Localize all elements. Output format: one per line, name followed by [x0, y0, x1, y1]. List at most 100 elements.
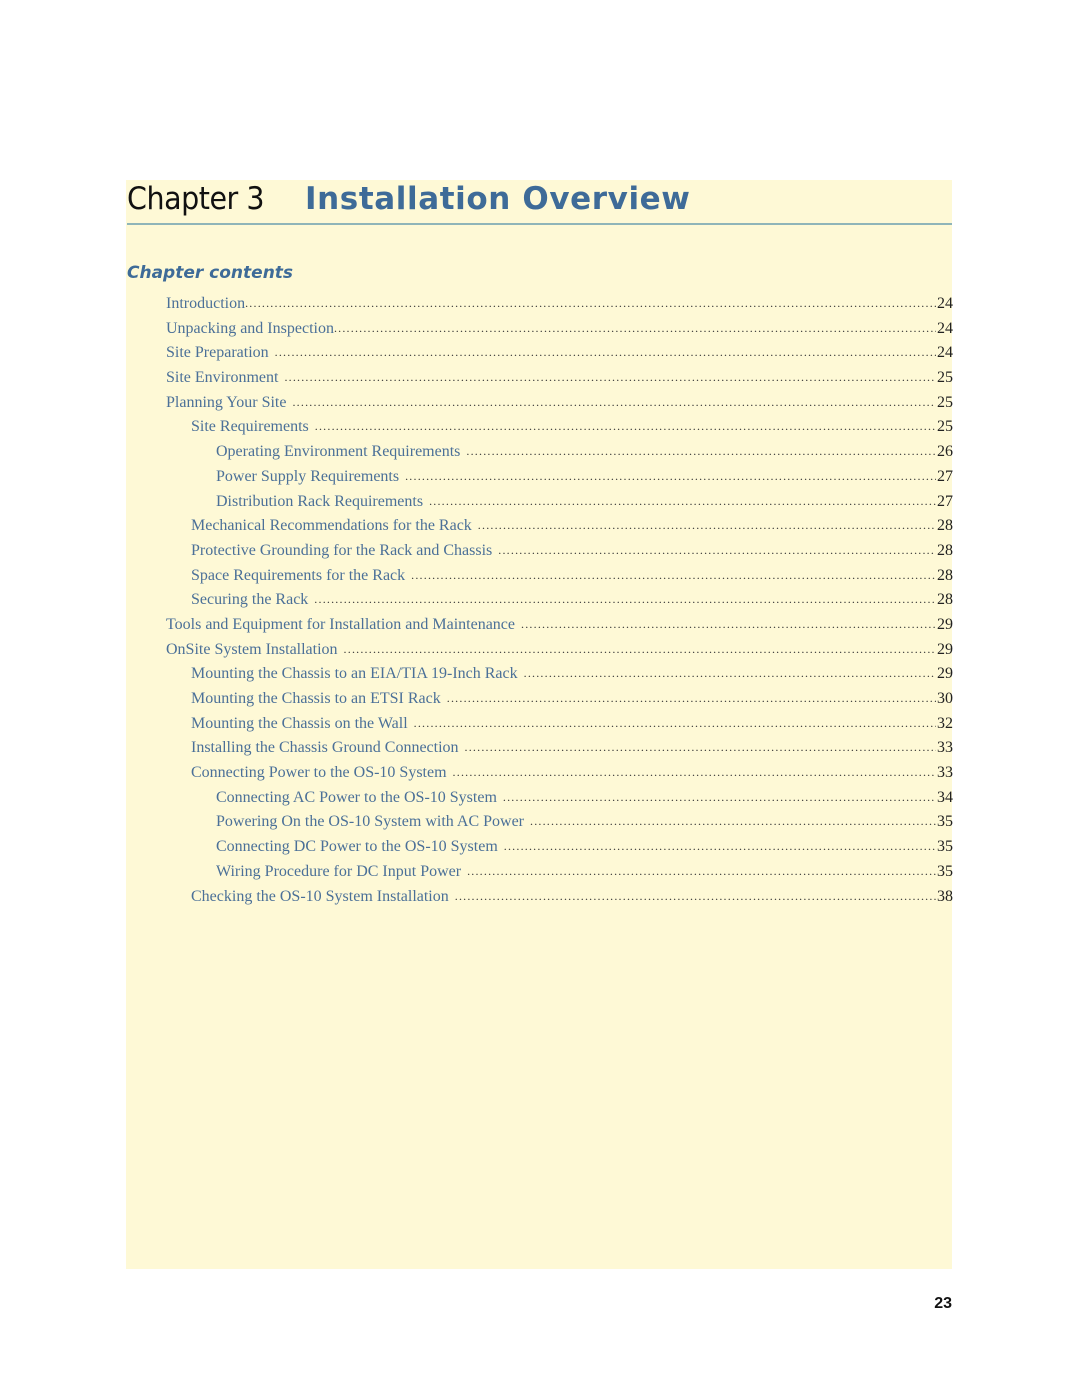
toc-entry-title[interactable]: Mounting the Chassis to an ETSI Rack [191, 687, 441, 712]
toc-entry[interactable]: OnSite System Installation 29 [166, 638, 953, 663]
toc-entry-title[interactable]: Protective Grounding for the Rack and Ch… [191, 539, 492, 564]
toc-entry-page[interactable]: 29 [936, 638, 953, 663]
toc-entry-title[interactable]: Power Supply Requirements [216, 465, 399, 490]
toc-entry-title[interactable]: Site Requirements [191, 415, 309, 440]
toc-entry[interactable]: Mechanical Recommendations for the Rack 2… [166, 514, 953, 539]
toc-entry-title[interactable]: Site Environment [166, 366, 278, 391]
toc-entry-page[interactable]: 25 [936, 366, 953, 391]
toc-entry[interactable]: Unpacking and Inspection 24 [166, 317, 953, 342]
toc-entry-page[interactable]: 33 [936, 761, 953, 786]
toc-entry-page[interactable]: 28 [936, 564, 953, 589]
toc-entry-page[interactable]: 29 [936, 613, 953, 638]
toc-entry-title[interactable]: Site Preparation [166, 341, 269, 366]
toc-dot-leader [498, 538, 936, 563]
toc-entry-title[interactable]: Distribution Rack Requirements [216, 490, 423, 515]
toc-entry[interactable]: Site Preparation 24 [166, 341, 953, 366]
toc-dot-leader [447, 686, 936, 711]
toc-entry-title[interactable]: Planning Your Site [166, 391, 286, 416]
heading-rule [127, 223, 952, 225]
toc-entry[interactable]: Planning Your Site 25 [166, 391, 953, 416]
toc-entry-page[interactable]: 38 [936, 885, 953, 910]
toc-entry-page[interactable]: 25 [936, 415, 953, 440]
chapter-label: Chapter 3 [127, 181, 265, 217]
toc-dot-leader [344, 637, 936, 662]
toc-entry[interactable]: Mounting the Chassis to an EIA/TIA 19-In… [166, 662, 953, 687]
toc-dot-leader [530, 809, 936, 834]
toc-dot-leader [465, 735, 936, 760]
toc-dot-leader [284, 365, 936, 390]
toc-entry-title[interactable]: Introduction [166, 292, 245, 317]
toc-entry-page[interactable]: 26 [936, 440, 953, 465]
toc-dot-leader [315, 414, 936, 439]
toc-entry-title[interactable]: Connecting DC Power to the OS-10 System [216, 835, 498, 860]
toc-dot-leader [467, 859, 936, 884]
toc-entry-title[interactable]: Tools and Equipment for Installation and… [166, 613, 515, 638]
toc-entry-page[interactable]: 32 [936, 712, 953, 737]
toc-entry-page[interactable]: 35 [936, 835, 953, 860]
toc-entry-page[interactable]: 33 [936, 736, 953, 761]
toc-dot-leader [405, 464, 936, 489]
toc-entry-title[interactable]: Mounting the Chassis to an EIA/TIA 19-In… [191, 662, 518, 687]
toc-entry[interactable]: Operating Environment Requirements 26 [166, 440, 953, 465]
toc-entry[interactable]: Mounting the Chassis to an ETSI Rack 30 [166, 687, 953, 712]
toc-dot-leader [334, 316, 936, 341]
toc-entry[interactable]: Powering On the OS-10 System with AC Pow… [166, 810, 953, 835]
toc-entry-title[interactable]: Mechanical Recommendations for the Rack [191, 514, 472, 539]
toc-dot-leader [466, 439, 936, 464]
toc-entry-title[interactable]: Connecting Power to the OS-10 System [191, 761, 447, 786]
toc-entry-page[interactable]: 35 [936, 860, 953, 885]
toc-dot-leader [411, 563, 936, 588]
toc-entry[interactable]: Securing the Rack 28 [166, 588, 953, 613]
toc-entry-page[interactable]: 24 [936, 341, 953, 366]
toc-entry[interactable]: Tools and Equipment for Installation and… [166, 613, 953, 638]
toc-entry-title[interactable]: Operating Environment Requirements [216, 440, 460, 465]
toc-entry[interactable]: Mounting the Chassis on the Wall 32 [166, 712, 953, 737]
toc-dot-leader [275, 340, 936, 365]
toc-entry[interactable]: Site Requirements 25 [166, 415, 953, 440]
toc-dot-leader [453, 760, 936, 785]
toc-entry[interactable]: Power Supply Requirements 27 [166, 465, 953, 490]
table-of-contents: Introduction 24 Unpacking and Inspection 24… [166, 292, 953, 909]
toc-entry[interactable]: Connecting DC Power to the OS-10 System 3… [166, 835, 953, 860]
toc-entry[interactable]: Checking the OS-10 System Installation 38 [166, 885, 953, 910]
toc-entry-page[interactable]: 35 [936, 810, 953, 835]
toc-entry-title[interactable]: Unpacking and Inspection [166, 317, 334, 342]
toc-entry-title[interactable]: Connecting AC Power to the OS-10 System [216, 786, 497, 811]
toc-entry[interactable]: Installing the Chassis Ground Connection… [166, 736, 953, 761]
toc-entry-title[interactable]: OnSite System Installation [166, 638, 338, 663]
toc-dot-leader [521, 612, 936, 637]
toc-dot-leader [429, 489, 936, 514]
toc-entry[interactable]: Protective Grounding for the Rack and Ch… [166, 539, 953, 564]
toc-dot-leader [292, 390, 936, 415]
toc-entry-page[interactable]: 28 [936, 539, 953, 564]
chapter-title: Installation Overview [305, 181, 691, 217]
toc-entry-page[interactable]: 24 [936, 292, 953, 317]
toc-entry-page[interactable]: 24 [936, 317, 953, 342]
toc-dot-leader [504, 834, 936, 859]
toc-entry-page[interactable]: 25 [936, 391, 953, 416]
toc-entry-title[interactable]: Securing the Rack [191, 588, 308, 613]
toc-entry[interactable]: Introduction 24 [166, 292, 953, 317]
toc-entry-page[interactable]: 28 [936, 588, 953, 613]
toc-entry-title[interactable]: Wiring Procedure for DC Input Power [216, 860, 461, 885]
toc-entry[interactable]: Wiring Procedure for DC Input Power 35 [166, 860, 953, 885]
toc-entry-page[interactable]: 27 [936, 490, 953, 515]
toc-entry[interactable]: Connecting Power to the OS-10 System 33 [166, 761, 953, 786]
toc-entry[interactable]: Distribution Rack Requirements 27 [166, 490, 953, 515]
toc-entry-title[interactable]: Powering On the OS-10 System with AC Pow… [216, 810, 524, 835]
toc-entry-page[interactable]: 34 [936, 786, 953, 811]
toc-dot-leader [245, 291, 936, 316]
toc-entry-page[interactable]: 29 [936, 662, 953, 687]
toc-entry-page[interactable]: 30 [936, 687, 953, 712]
toc-entry-title[interactable]: Mounting the Chassis on the Wall [191, 712, 408, 737]
toc-dot-leader [503, 785, 936, 810]
toc-entry-title[interactable]: Installing the Chassis Ground Connection [191, 736, 459, 761]
toc-entry[interactable]: Site Environment 25 [166, 366, 953, 391]
toc-entry[interactable]: Connecting AC Power to the OS-10 System 3… [166, 786, 953, 811]
toc-entry-page[interactable]: 28 [936, 514, 953, 539]
toc-entry-title[interactable]: Space Requirements for the Rack [191, 564, 405, 589]
toc-entry-page[interactable]: 27 [936, 465, 953, 490]
toc-dot-leader [414, 711, 936, 736]
toc-entry-title[interactable]: Checking the OS-10 System Installation [191, 885, 449, 910]
toc-entry[interactable]: Space Requirements for the Rack 28 [166, 564, 953, 589]
